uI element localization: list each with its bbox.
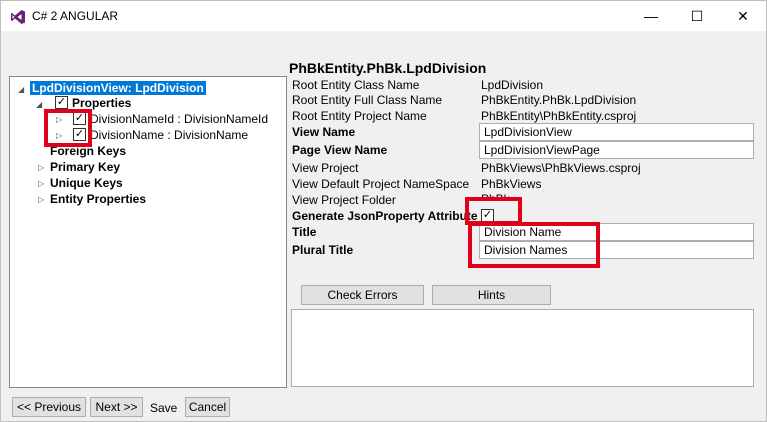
- check-errors-label: Check Errors: [327, 288, 398, 302]
- tree-unique-keys-label: Unique Keys: [50, 176, 123, 190]
- save-button[interactable]: Save: [150, 401, 177, 415]
- view-name-label: View Name: [292, 125, 356, 139]
- tree-primary-key-label: Primary Key: [50, 160, 121, 174]
- root-entity-full-class-name-value: PhBkEntity.PhBk.LpdDivision: [481, 93, 637, 107]
- previous-button[interactable]: << Previous: [12, 397, 86, 417]
- tree-entity-properties-label: Entity Properties: [50, 192, 147, 206]
- view-name-input[interactable]: [479, 123, 754, 141]
- view-project-folder-label: View Project Folder: [292, 193, 396, 207]
- next-label: Next >>: [95, 400, 138, 414]
- next-button[interactable]: Next >>: [90, 397, 143, 417]
- tree-item-property[interactable]: DivisionNameId : DivisionNameId: [90, 111, 268, 127]
- visual-studio-icon: [11, 10, 25, 24]
- close-button[interactable]: ✕: [720, 1, 766, 31]
- close-icon: ✕: [737, 7, 749, 24]
- title-bar: C# 2 ANGULAR — ☐ ✕: [1, 1, 766, 31]
- maximize-button[interactable]: ☐: [674, 1, 720, 31]
- view-default-namespace-label: View Default Project NameSpace: [292, 177, 470, 191]
- view-default-namespace-value: PhBkViews: [481, 177, 542, 191]
- main-window: C# 2 ANGULAR — ☐ ✕ ◢ LpdDivisionView: Lp…: [0, 0, 767, 422]
- highlight-box-titles: [468, 222, 600, 268]
- maximize-icon: ☐: [690, 7, 704, 24]
- collapsed-arrow-icon[interactable]: ▷: [38, 179, 47, 189]
- tree-properties-label: Properties: [72, 96, 132, 110]
- root-entity-project-name-label: Root Entity Project Name: [292, 109, 427, 123]
- hints-label: Hints: [477, 288, 506, 302]
- tree-item-entity-properties[interactable]: Entity Properties: [50, 191, 146, 207]
- view-project-value: PhBkViews\PhBkViews.csproj: [481, 161, 641, 175]
- collapsed-arrow-icon[interactable]: ▷: [38, 163, 47, 173]
- minimize-icon: —: [644, 8, 658, 24]
- expanded-arrow-icon[interactable]: ◢: [18, 85, 27, 95]
- previous-label: << Previous: [16, 400, 82, 414]
- property-label: DivisionName : DivisionName: [90, 128, 249, 142]
- cancel-label: Cancel: [188, 400, 227, 414]
- root-entity-full-class-name-label: Root Entity Full Class Name: [292, 93, 443, 107]
- tree-item-root[interactable]: LpdDivisionView: LpdDivision: [30, 80, 206, 96]
- window-title: C# 2 ANGULAR: [32, 9, 119, 23]
- root-entity-class-name-value: LpdDivision: [481, 78, 544, 92]
- properties-checkbox[interactable]: ✓: [55, 96, 68, 109]
- highlight-box-generate-json: [465, 197, 522, 225]
- tree-item-primary-key[interactable]: Primary Key: [50, 159, 120, 175]
- tree-item-property[interactable]: DivisionName : DivisionName: [90, 127, 248, 143]
- root-entity-project-name-value: PhBkEntity\PhBkEntity.csproj: [481, 109, 637, 123]
- property-label: DivisionNameId : DivisionNameId: [90, 112, 269, 126]
- tree-item-unique-keys[interactable]: Unique Keys: [50, 175, 123, 191]
- errors-output-box[interactable]: [291, 309, 754, 387]
- highlight-box-property-checkboxes: [44, 109, 92, 147]
- generate-json-label: Generate JsonProperty Attribute: [292, 209, 478, 223]
- minimize-button[interactable]: —: [628, 1, 674, 31]
- title-label: Title: [292, 225, 317, 239]
- page-view-name-label: Page View Name: [292, 143, 388, 157]
- check-icon: ✓: [56, 96, 67, 108]
- hints-button[interactable]: Hints: [432, 285, 551, 305]
- view-project-label: View Project: [292, 161, 359, 175]
- plural-title-label: Plural Title: [292, 243, 354, 257]
- collapsed-arrow-icon[interactable]: ▷: [38, 195, 47, 205]
- root-entity-class-name-label: Root Entity Class Name: [292, 78, 420, 92]
- cancel-button[interactable]: Cancel: [185, 397, 230, 417]
- tree-root-label: LpdDivisionView: LpdDivision: [30, 81, 206, 95]
- page-view-name-input[interactable]: [479, 141, 754, 159]
- entity-header: PhBkEntity.PhBk.LpdDivision: [289, 60, 487, 76]
- check-errors-button[interactable]: Check Errors: [301, 285, 424, 305]
